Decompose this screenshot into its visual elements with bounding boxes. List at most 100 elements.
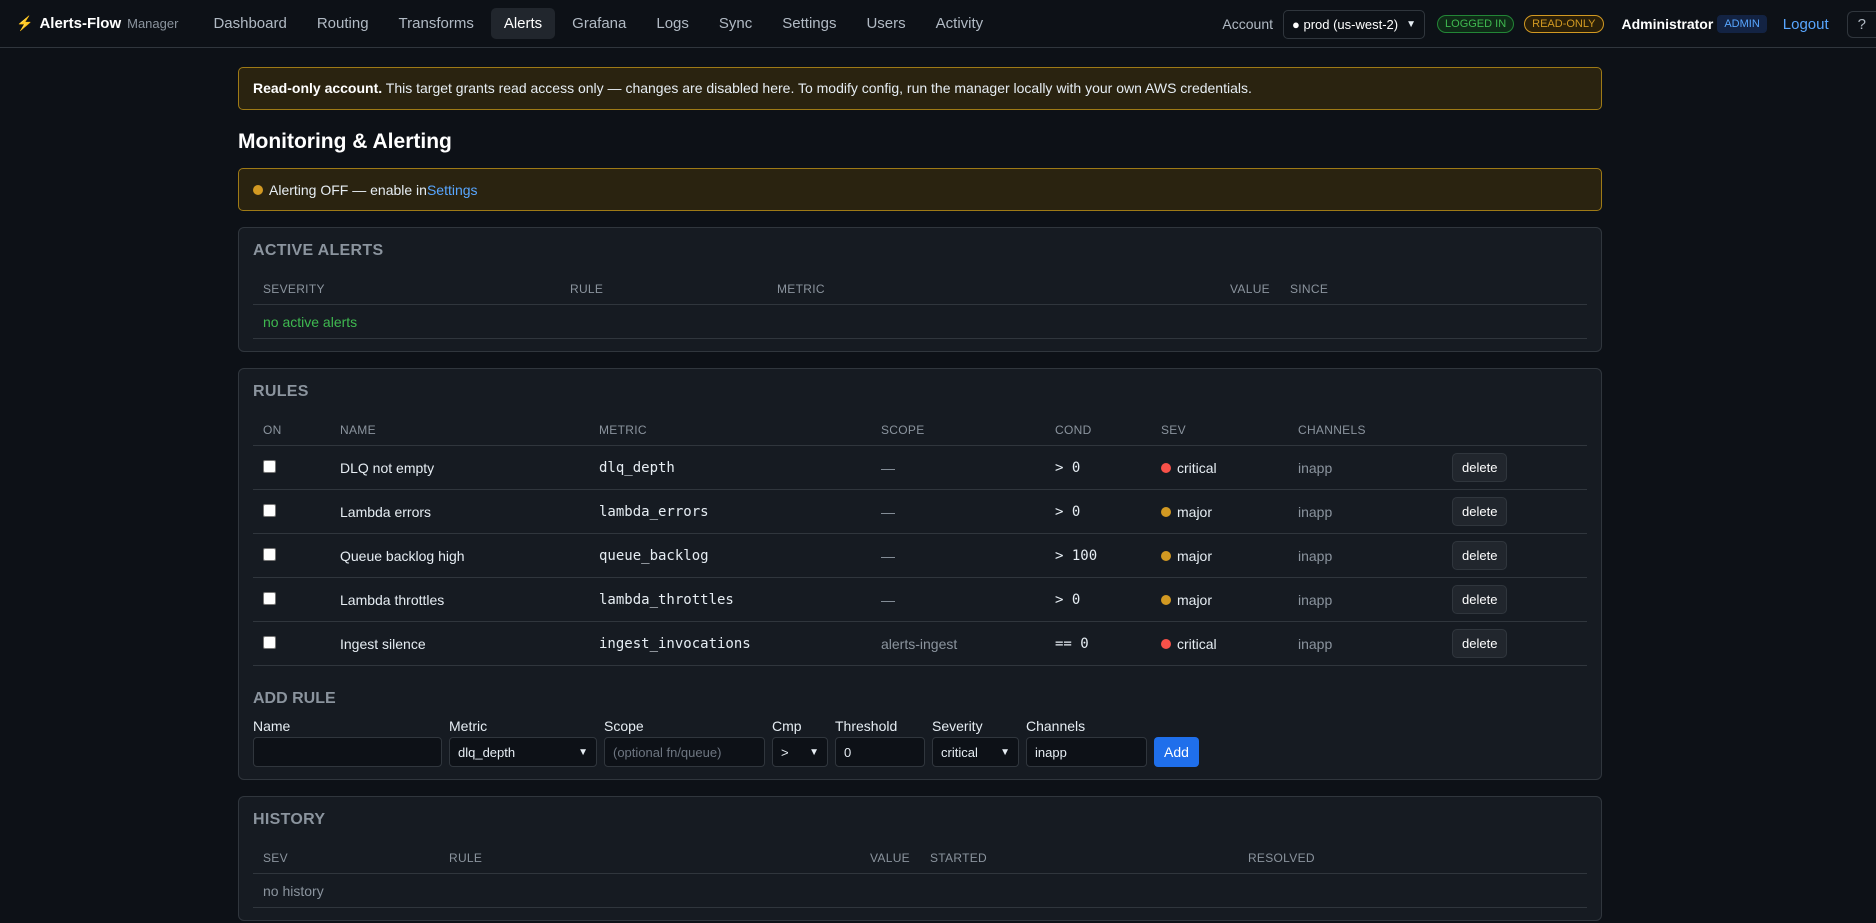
rule-enabled-checkbox[interactable]: [263, 459, 276, 473]
col-cond: COND: [1045, 417, 1151, 446]
read-only-banner-text: This target grants read access only — ch…: [382, 80, 1252, 96]
nav-users[interactable]: Users: [853, 8, 918, 39]
top-navbar: ⚡ Alerts-Flow Manager Dashboard Routing …: [0, 0, 1876, 48]
alerting-status-banner: Alerting OFF — enable in Settings: [238, 168, 1602, 211]
rule-metric: queue_backlog: [589, 533, 871, 578]
active-alerts-panel: ACTIVE ALERTS SEVERITY RULE METRIC VALUE…: [238, 227, 1602, 352]
scope-label: Scope: [604, 718, 644, 734]
col-channels: CHANNELS: [1288, 417, 1442, 446]
rule-metric: ingest_invocations: [589, 621, 871, 666]
help-button[interactable]: ?: [1846, 10, 1876, 38]
col-value: VALUE: [1220, 276, 1280, 305]
channels-label: Channels: [1026, 718, 1086, 734]
table-row: Lambda throttles lambda_throttles — > 0 …: [253, 577, 1587, 622]
rule-scope: —: [871, 533, 1045, 578]
rule-name-input[interactable]: [253, 737, 442, 767]
rule-severity: critical: [1177, 459, 1217, 476]
cmp-label: Cmp: [772, 718, 802, 734]
delete-rule-button[interactable]: delete: [1452, 541, 1508, 570]
rule-enabled-checkbox[interactable]: [263, 547, 276, 561]
main-content: Read-only account. This target grants re…: [238, 67, 1602, 921]
add-rule-button[interactable]: Add: [1154, 737, 1199, 767]
chevron-down-icon: ▼: [809, 746, 819, 758]
account-select[interactable]: ● prod (us-west-2) ▼: [1283, 9, 1426, 39]
table-row: Queue backlog high queue_backlog — > 100…: [253, 533, 1587, 578]
channels-input[interactable]: inapp: [1026, 737, 1147, 767]
col-metric: METRIC: [767, 276, 1220, 305]
severity-selected: critical: [941, 744, 978, 760]
nav-sync[interactable]: Sync: [706, 8, 765, 39]
col-name: NAME: [330, 417, 589, 446]
rule-metric: lambda_throttles: [589, 577, 871, 622]
rule-enabled-checkbox[interactable]: [263, 635, 276, 649]
nav-transforms[interactable]: Transforms: [386, 8, 487, 39]
rule-name: Lambda errors: [330, 489, 589, 534]
delete-rule-button[interactable]: delete: [1452, 497, 1508, 526]
rule-enabled-checkbox[interactable]: [263, 503, 276, 517]
rule-name: Lambda throttles: [330, 577, 589, 622]
rule-channels: inapp: [1288, 489, 1442, 534]
table-row: no history: [253, 873, 1587, 908]
read-only-banner: Read-only account. This target grants re…: [238, 67, 1602, 110]
rule-enabled-checkbox[interactable]: [263, 591, 276, 605]
rule-name: Queue backlog high: [330, 533, 589, 578]
col-severity: SEVERITY: [253, 276, 560, 305]
col-resolved: RESOLVED: [1237, 845, 1587, 874]
logged-in-badge: LOGGED IN: [1437, 15, 1515, 33]
active-alerts-title: ACTIVE ALERTS: [253, 242, 384, 259]
nav-activity[interactable]: Activity: [923, 8, 997, 39]
table-row: Lambda errors lambda_errors — > 0 major …: [253, 489, 1587, 534]
delete-rule-button[interactable]: delete: [1452, 629, 1508, 658]
threshold-input[interactable]: 0: [835, 737, 925, 767]
table-row: no active alerts: [253, 304, 1587, 339]
nav-alerts[interactable]: Alerts: [490, 8, 556, 39]
nav-routing[interactable]: Routing: [304, 8, 382, 39]
delete-rule-button[interactable]: delete: [1452, 585, 1508, 614]
settings-link[interactable]: Settings: [427, 182, 478, 198]
rule-cond: > 100: [1045, 533, 1151, 578]
metric-select[interactable]: dlq_depth ▼: [449, 737, 597, 767]
delete-rule-button[interactable]: delete: [1452, 453, 1508, 482]
severity-dot-icon: [1161, 594, 1171, 605]
rule-metric: lambda_errors: [589, 489, 871, 534]
nav-settings[interactable]: Settings: [769, 8, 849, 39]
metric-selected: dlq_depth: [458, 744, 516, 760]
scope-input[interactable]: (optional fn/queue): [604, 737, 765, 767]
app-subtitle: Manager: [127, 16, 179, 31]
chevron-down-icon: ▼: [1406, 18, 1417, 30]
rule-scope: —: [871, 445, 1045, 490]
add-rule-title: ADD RULE: [253, 690, 336, 707]
add-rule-form: Name Metric dlq_depth ▼ Scope (optional …: [253, 718, 1587, 767]
active-alerts-table: SEVERITY RULE METRIC VALUE SINCE no acti…: [253, 276, 1587, 339]
col-value: VALUE: [860, 845, 920, 874]
severity-dot-icon: [1161, 638, 1171, 649]
cmp-select[interactable]: > ▼: [772, 737, 828, 767]
brand[interactable]: ⚡ Alerts-Flow Manager: [16, 15, 178, 32]
table-row: Ingest silence ingest_invocations alerts…: [253, 621, 1587, 666]
severity-dot-icon: [1161, 506, 1171, 517]
metric-label: Metric: [449, 718, 488, 734]
rule-scope: —: [871, 489, 1045, 534]
rule-cond: > 0: [1045, 489, 1151, 534]
col-metric: METRIC: [589, 417, 871, 446]
severity-dot-icon: [1161, 462, 1171, 473]
col-on: ON: [253, 417, 330, 446]
rule-name: DLQ not empty: [330, 445, 589, 490]
app-name: Alerts-Flow: [39, 15, 122, 32]
rule-severity: major: [1177, 591, 1213, 608]
rule-severity: major: [1177, 503, 1213, 520]
status-dot-icon: [253, 184, 263, 195]
severity-select[interactable]: critical ▼: [932, 737, 1019, 767]
col-since: SINCE: [1279, 276, 1587, 305]
nav-logs[interactable]: Logs: [643, 8, 702, 39]
nav-dashboard[interactable]: Dashboard: [200, 8, 299, 39]
bolt-icon: ⚡: [16, 15, 34, 31]
col-scope: SCOPE: [871, 417, 1045, 446]
user-name: Administrator: [1621, 16, 1714, 32]
rules-title: RULES: [253, 383, 309, 400]
nav-grafana[interactable]: Grafana: [559, 8, 639, 39]
col-actions: [1442, 417, 1587, 446]
logout-link[interactable]: Logout: [1783, 16, 1829, 33]
rule-scope: —: [871, 577, 1045, 622]
severity-label: Severity: [932, 718, 983, 734]
